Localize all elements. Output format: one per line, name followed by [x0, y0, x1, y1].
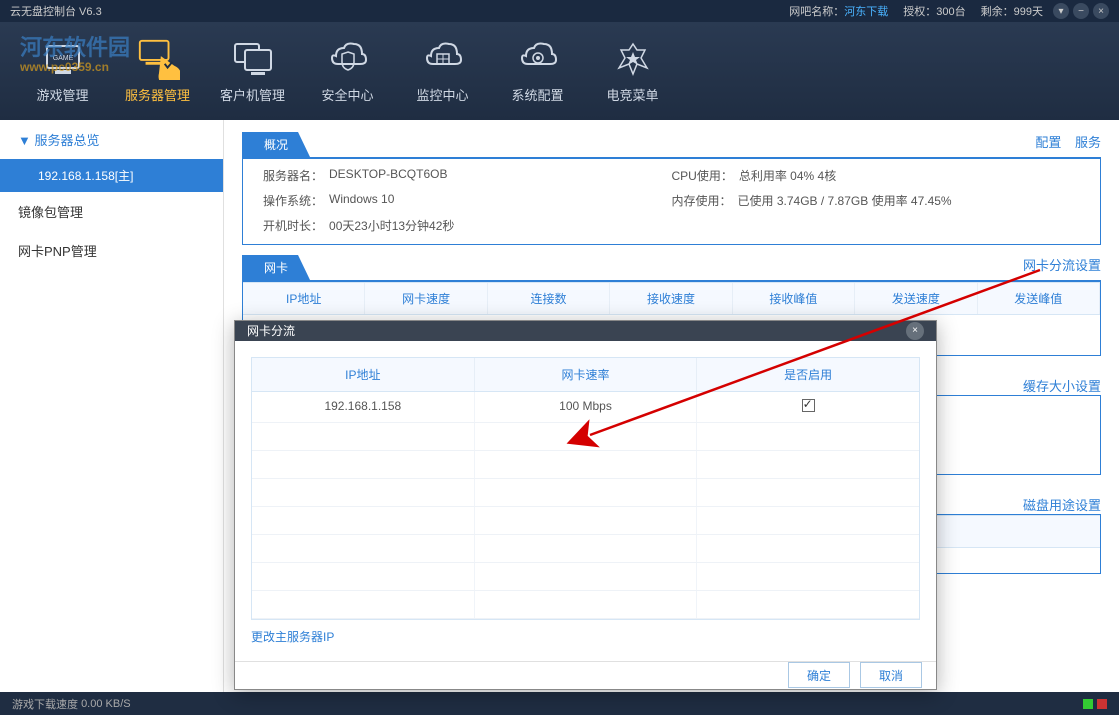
netcard-tab: 网卡: [242, 255, 310, 280]
monitor-cloud-icon: [421, 39, 465, 79]
mth-enable: 是否启用: [697, 358, 919, 391]
th-recv-peak: 接收峰值: [733, 283, 855, 314]
change-main-ip-link[interactable]: 更改主服务器IP: [251, 628, 920, 645]
client-icon: [231, 39, 275, 79]
sidebar-header-servers[interactable]: 服务器总览: [0, 120, 223, 159]
minimize-button[interactable]: −: [1073, 3, 1089, 19]
status-indicators: [1083, 699, 1107, 709]
mtd-rate: 100 Mbps: [475, 392, 698, 422]
nav-monitor[interactable]: 监控中心: [395, 22, 490, 120]
close-button[interactable]: ×: [1093, 3, 1109, 19]
svg-text:GAME: GAME: [52, 55, 73, 62]
server-name-value: DESKTOP-BCQT6OB: [329, 167, 447, 184]
sidebar-item-pnp[interactable]: 网卡PNP管理: [0, 231, 223, 270]
auth-info: 授权：300台: [903, 3, 965, 19]
uptime-label: 开机时长：: [263, 217, 323, 234]
overview-tab: 概况: [242, 132, 310, 157]
config-link[interactable]: 配置: [1035, 135, 1061, 150]
nav-label: 服务器管理: [125, 85, 190, 104]
nav-security[interactable]: 安全中心: [300, 22, 395, 120]
nav-label: 安全中心: [321, 85, 373, 104]
nav-esports[interactable]: 电竞菜单: [585, 22, 680, 120]
cancel-button[interactable]: 取消: [860, 662, 922, 688]
mem-label: 内存使用：: [672, 192, 732, 209]
status-dot-green: [1083, 699, 1093, 709]
th-recv: 接收速度: [610, 283, 732, 314]
th-conn: 连接数: [488, 283, 610, 314]
th-send: 发送速度: [855, 283, 977, 314]
remain-info: 剩余：999天: [981, 3, 1043, 19]
nav-label: 监控中心: [416, 85, 468, 104]
server-icon: [136, 39, 180, 79]
modal-table-row[interactable]: 192.168.1.158 100 Mbps: [252, 392, 919, 423]
uptime-value: 00天23小时13分钟42秒: [329, 217, 454, 234]
dl-speed-value: 0.00 KB/S: [81, 698, 131, 710]
cpu-value: 总利用率 04% 4核: [739, 167, 836, 184]
mem-value: 已使用 3.74GB / 7.87GB 使用率 47.45%: [738, 192, 952, 209]
mtd-enable[interactable]: [697, 392, 919, 422]
nav-label: 游戏管理: [36, 85, 88, 104]
nav-label: 电竞菜单: [606, 85, 658, 104]
esports-icon: [611, 39, 655, 79]
bar-name-link[interactable]: 河东下载: [844, 6, 888, 18]
server-name-label: 服务器名：: [263, 167, 323, 184]
dl-speed-label: 游戏下载速度: [12, 696, 78, 712]
netcard-split-modal: 网卡分流 × IP地址 网卡速率 是否启用 192.168.1.158 100 …: [234, 320, 937, 690]
cpu-label: CPU使用：: [672, 167, 733, 184]
modal-title: 网卡分流: [247, 322, 295, 339]
game-icon: GAME: [41, 39, 85, 79]
app-title: 云无盘控制台 V6.3: [10, 3, 789, 19]
mth-ip: IP地址: [252, 358, 475, 391]
nav-client[interactable]: 客户机管理: [205, 22, 300, 120]
mth-rate: 网卡速率: [475, 358, 698, 391]
sidebar: 服务器总览 192.168.1.158[主] 镜像包管理 网卡PNP管理: [0, 120, 224, 692]
nav-game[interactable]: GAME 游戏管理: [15, 22, 110, 120]
th-ip: IP地址: [243, 283, 365, 314]
bar-name: 网吧名称：河东下载: [789, 3, 888, 19]
shield-cloud-icon: [326, 39, 370, 79]
sidebar-item-images[interactable]: 镜像包管理: [0, 192, 223, 231]
sidebar-item-server[interactable]: 192.168.1.158[主]: [0, 159, 223, 192]
netcard-table-head: IP地址 网卡速度 连接数 接收速度 接收峰值 发送速度 发送峰值: [243, 282, 1100, 315]
os-label: 操作系统：: [263, 192, 323, 209]
dropdown-button[interactable]: ▾: [1053, 3, 1069, 19]
status-dot-red: [1097, 699, 1107, 709]
enable-checkbox[interactable]: [802, 399, 815, 412]
nav-config[interactable]: 系统配置: [490, 22, 585, 120]
service-link[interactable]: 服务: [1075, 135, 1101, 150]
disk-link[interactable]: 磁盘用途设置: [1023, 498, 1101, 513]
modal-close-button[interactable]: ×: [906, 322, 924, 340]
mtd-ip: 192.168.1.158: [252, 392, 475, 422]
os-value: Windows 10: [329, 192, 394, 209]
ok-button[interactable]: 确定: [788, 662, 850, 688]
th-send-peak: 发送峰值: [978, 283, 1100, 314]
th-speed: 网卡速度: [365, 283, 487, 314]
gear-cloud-icon: [516, 39, 560, 79]
nav-server[interactable]: 服务器管理: [110, 22, 205, 120]
nav-label: 客户机管理: [220, 85, 285, 104]
netcard-split-link[interactable]: 网卡分流设置: [1023, 258, 1101, 273]
nav-label: 系统配置: [511, 85, 563, 104]
cache-link[interactable]: 缓存大小设置: [1023, 379, 1101, 394]
